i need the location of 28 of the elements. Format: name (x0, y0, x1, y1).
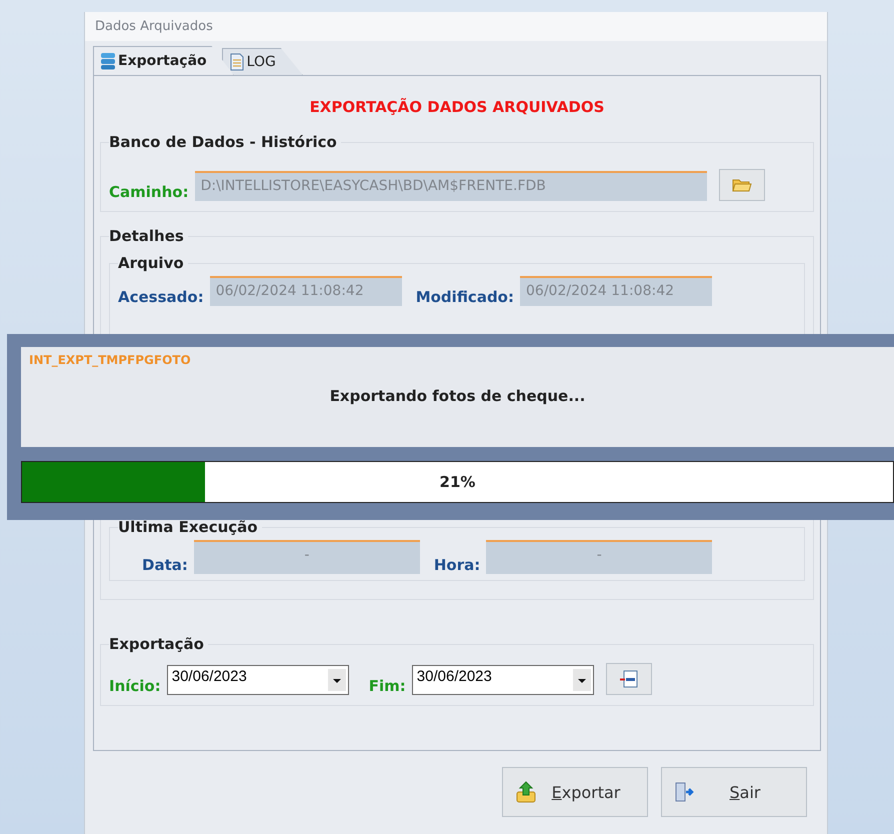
time-label: Hora: (434, 556, 480, 574)
dialog-button[interactable]: Exportar (502, 767, 648, 817)
dialog-button[interactable]: Sair (661, 767, 807, 817)
group-title: Exportação (109, 635, 208, 653)
folder-icon (732, 177, 752, 193)
tab[interactable]: Exportação (93, 46, 234, 75)
end-date-picker[interactable]: 30/06/2023 (412, 665, 594, 695)
database-icon (100, 52, 116, 70)
exit-door-icon (674, 781, 696, 803)
accessed-label: Acessado: (118, 288, 204, 306)
upload-box-icon (515, 781, 537, 803)
form-icon (618, 670, 639, 688)
date-range-button[interactable] (606, 663, 652, 695)
path-label: Caminho: (109, 183, 189, 201)
browse-folder-button[interactable] (718, 169, 765, 201)
start-label: Início: (109, 677, 161, 695)
window-title: Dados Arquivados (85, 12, 827, 41)
document-icon (228, 53, 245, 71)
start-date-picker[interactable]: 30/06/2023 (166, 665, 349, 695)
modified-label: Modificado: (416, 288, 514, 306)
tab[interactable]: LOG (222, 48, 303, 75)
date-label: Data: (142, 556, 188, 574)
progress-message: Exportando fotos de cheque... (328, 387, 586, 405)
group-title: Arquivo (118, 254, 188, 272)
task-name: INT_EXPT_TMPFPGFOTO (29, 353, 192, 367)
progress-reading: 21% (440, 473, 476, 491)
end-label: Fim: (368, 677, 406, 695)
section-heading: EXPORTAÇÃO DADOS ARQUIVADOS (308, 98, 606, 116)
